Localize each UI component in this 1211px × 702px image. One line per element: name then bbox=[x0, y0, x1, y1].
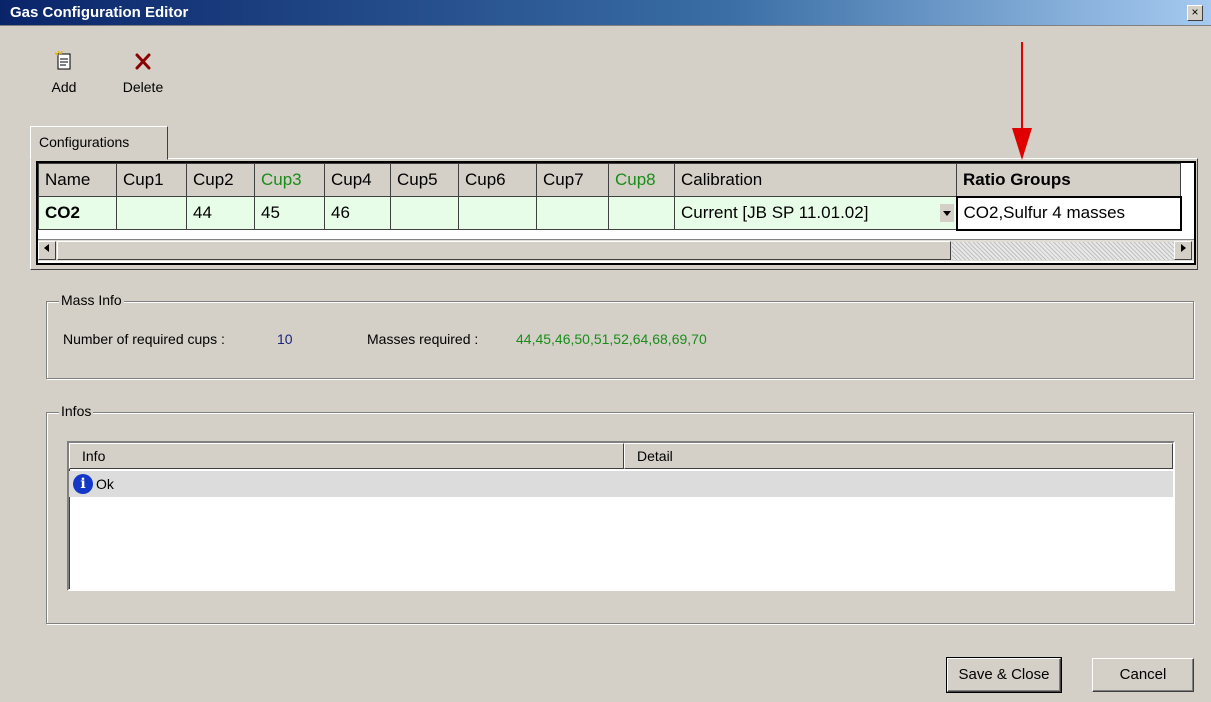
cell-cup8[interactable] bbox=[608, 196, 675, 230]
info-list[interactable]: Info Detail i Ok bbox=[67, 441, 1175, 591]
delete-label: Delete bbox=[122, 79, 164, 95]
column-header-cup4[interactable]: Cup4 bbox=[324, 163, 391, 197]
column-header-cup2[interactable]: Cup2 bbox=[186, 163, 255, 197]
grid-header-row: Name Cup1 Cup2 Cup3 Cup4 Cup5 Cup6 Cup7 … bbox=[38, 163, 1181, 197]
required-cups-value: 10 bbox=[277, 331, 293, 347]
scrollbar-track[interactable] bbox=[952, 242, 1174, 260]
cell-cup4[interactable]: 46 bbox=[324, 196, 391, 230]
list-item[interactable]: i Ok bbox=[69, 471, 1173, 497]
cancel-button[interactable]: Cancel bbox=[1092, 658, 1194, 692]
column-header-cup1[interactable]: Cup1 bbox=[116, 163, 187, 197]
column-header-ratio-groups[interactable]: Ratio Groups bbox=[956, 163, 1181, 197]
delete-button[interactable]: Delete bbox=[112, 50, 174, 95]
cell-cup1[interactable] bbox=[116, 196, 187, 230]
masses-required-label: Masses required : bbox=[367, 331, 479, 347]
scroll-right-icon[interactable] bbox=[1174, 241, 1192, 260]
horizontal-scrollbar[interactable] bbox=[38, 239, 1194, 261]
delete-x-icon bbox=[135, 53, 151, 70]
cell-name[interactable]: CO2 bbox=[38, 196, 117, 230]
info-text: Ok bbox=[96, 476, 114, 492]
cell-ratio-groups[interactable]: CO2,Sulfur 4 masses bbox=[955, 195, 1182, 231]
cell-cup7[interactable] bbox=[536, 196, 609, 230]
column-header-cup5[interactable]: Cup5 bbox=[390, 163, 459, 197]
add-label: Add bbox=[51, 79, 77, 95]
column-header-info[interactable]: Info bbox=[69, 443, 624, 469]
cell-cup6[interactable] bbox=[458, 196, 537, 230]
info-icon: i bbox=[73, 474, 93, 494]
new-document-icon bbox=[54, 50, 71, 70]
column-header-name[interactable]: Name bbox=[38, 163, 117, 197]
masses-required-value: 44,45,46,50,51,52,64,68,69,70 bbox=[516, 331, 707, 347]
column-header-cup3[interactable]: Cup3 bbox=[254, 163, 325, 197]
scroll-left-icon[interactable] bbox=[38, 241, 56, 260]
annotation-arrow-icon bbox=[1012, 42, 1032, 160]
column-header-calibration[interactable]: Calibration bbox=[674, 163, 957, 197]
close-icon[interactable]: × bbox=[1187, 5, 1203, 21]
cell-cup5[interactable] bbox=[390, 196, 459, 230]
infos-group: Infos Info Detail i Ok bbox=[46, 403, 1194, 624]
column-header-detail[interactable]: Detail bbox=[624, 443, 1173, 469]
chevron-down-icon[interactable] bbox=[939, 204, 954, 222]
scrollbar-thumb[interactable] bbox=[57, 241, 951, 260]
mass-info-group: Mass Info Number of required cups : 10 M… bbox=[46, 292, 1194, 379]
calibration-select[interactable]: Current [JB SP 11.01.02] bbox=[674, 196, 957, 230]
mass-info-legend: Mass Info bbox=[59, 292, 124, 308]
calibration-value: Current [JB SP 11.01.02] bbox=[681, 203, 869, 222]
column-header-cup8[interactable]: Cup8 bbox=[608, 163, 675, 197]
add-button[interactable]: Add bbox=[44, 50, 84, 95]
window-title: Gas Configuration Editor bbox=[10, 4, 189, 21]
cell-cup2[interactable]: 44 bbox=[186, 196, 255, 230]
configuration-grid: Name Cup1 Cup2 Cup3 Cup4 Cup5 Cup6 Cup7 … bbox=[36, 161, 1196, 265]
save-close-button[interactable]: Save & Close bbox=[946, 657, 1062, 693]
tab-configurations[interactable]: Configurations bbox=[30, 126, 168, 160]
infos-legend: Infos bbox=[59, 403, 94, 419]
title-bar: Gas Configuration Editor × bbox=[0, 0, 1211, 26]
required-cups-label: Number of required cups : bbox=[63, 331, 225, 347]
column-header-cup7[interactable]: Cup7 bbox=[536, 163, 609, 197]
column-header-cup6[interactable]: Cup6 bbox=[458, 163, 537, 197]
cell-cup3[interactable]: 45 bbox=[254, 196, 325, 230]
table-row[interactable]: CO2 44 45 46 Current [JB SP 11.01.02] CO… bbox=[38, 195, 1182, 231]
